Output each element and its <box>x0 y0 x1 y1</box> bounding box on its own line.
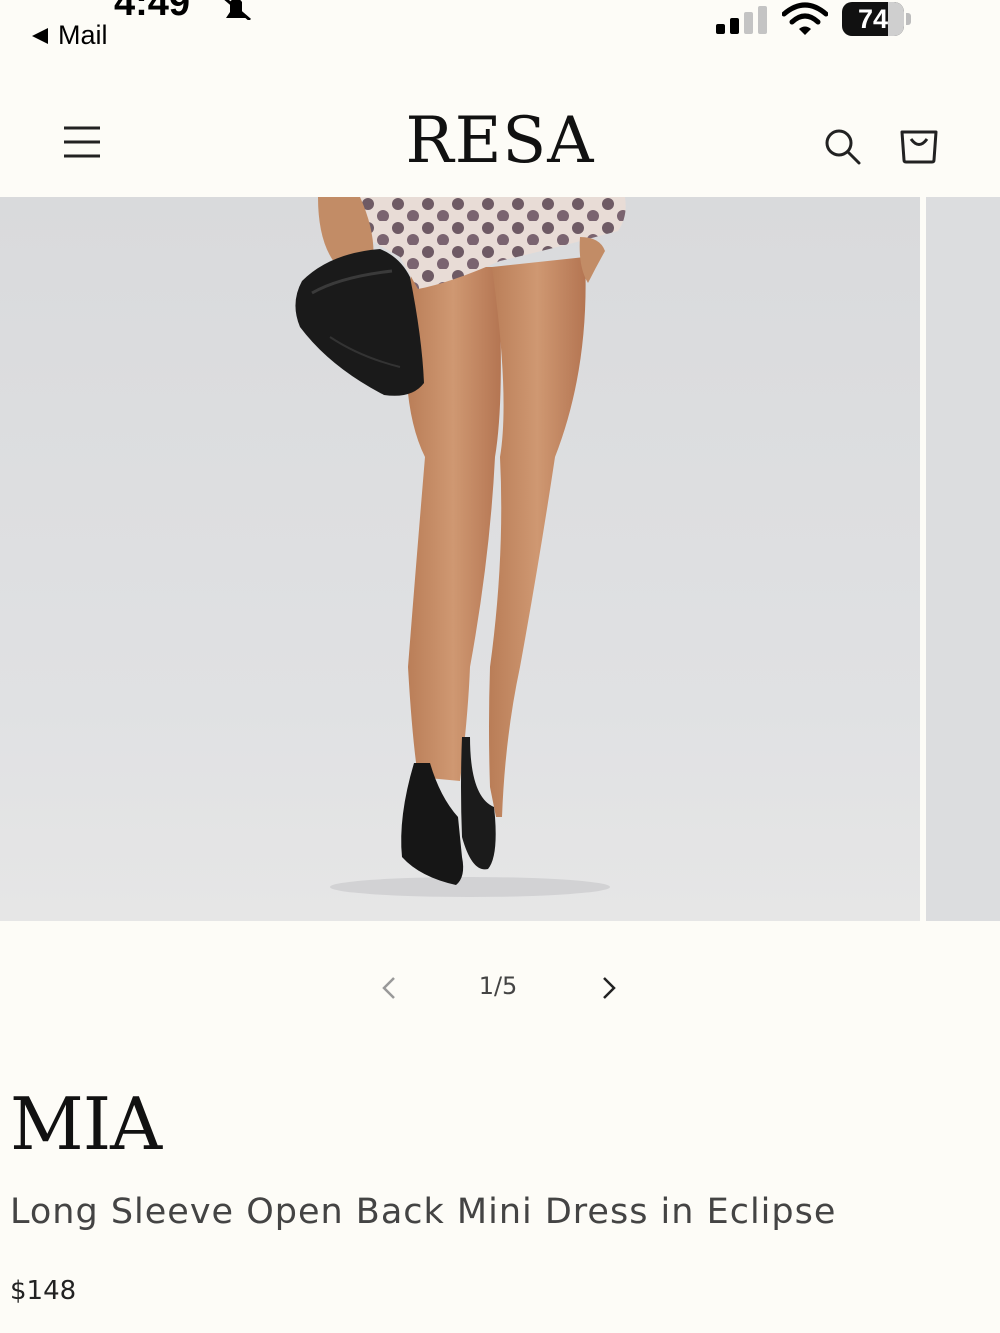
cart-icon[interactable] <box>898 124 940 164</box>
back-triangle-icon <box>32 27 48 44</box>
site-header: RESA <box>0 86 1000 196</box>
bell-slash-icon <box>224 0 251 20</box>
slide-counter: 1/5 <box>478 972 518 1000</box>
signal-icon <box>716 6 767 34</box>
search-icon[interactable] <box>822 126 862 166</box>
status-time: 4:49 <box>114 0 191 24</box>
brand-logo[interactable]: RESA <box>300 104 700 178</box>
battery-icon: 74 <box>842 2 914 38</box>
chevron-left-icon[interactable] <box>376 974 404 1002</box>
product-title: MIA <box>10 1082 162 1166</box>
product-page: 4:49 Mail 74 RESA 1/5 MIA Long Sleeve Op… <box>0 0 1000 1333</box>
wifi-icon <box>782 2 828 35</box>
gallery-controls: 1/5 <box>0 960 1000 1016</box>
back-to-mail-button[interactable]: Mail <box>30 20 108 51</box>
menu-icon[interactable] <box>62 124 102 160</box>
next-image-peek[interactable] <box>926 197 1000 921</box>
product-subtitle: Long Sleeve Open Back Mini Dress in Ecli… <box>10 1192 837 1232</box>
product-photo <box>295 197 626 897</box>
product-image[interactable] <box>0 197 920 921</box>
product-price: $148 <box>10 1276 77 1306</box>
back-label: Mail <box>58 20 108 50</box>
battery-percent: 74 <box>857 4 889 34</box>
chevron-right-icon[interactable] <box>594 974 622 1002</box>
